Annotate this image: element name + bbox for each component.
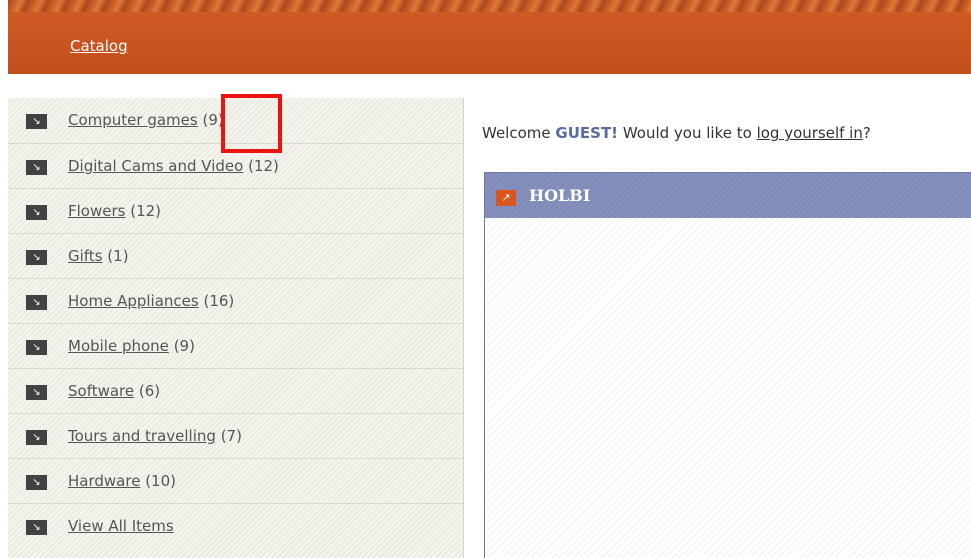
panel-title: HOLBI (529, 186, 591, 205)
guest-name: GUEST! (555, 124, 619, 142)
category-item-tours-and-travelling[interactable]: ↘ Tours and travelling (7) (8, 413, 463, 458)
arrow-down-right-icon: ↘ (26, 520, 47, 535)
category-count: (10) (145, 472, 176, 490)
category-text: View All Items (68, 517, 174, 535)
category-link[interactable]: Flowers (68, 202, 125, 220)
arrow-down-right-icon: ↘ (26, 295, 47, 310)
category-count: (9) (173, 337, 195, 355)
category-link[interactable]: Home Appliances (68, 292, 199, 310)
category-count: (1) (107, 247, 129, 265)
welcome-message: Welcome GUEST! Would you like to log you… (482, 124, 871, 142)
highlight-box (221, 94, 282, 153)
category-text: Hardware (10) (68, 472, 176, 490)
catalog-link[interactable]: Catalog (70, 37, 128, 55)
category-text: Gifts (1) (68, 247, 129, 265)
arrow-down-right-icon: ↘ (26, 340, 47, 355)
arrow-down-right-icon: ↘ (26, 114, 47, 129)
category-item-mobile-phone[interactable]: ↘ Mobile phone (9) (8, 323, 463, 368)
category-item-software[interactable]: ↘ Software (6) (8, 368, 463, 413)
category-count: (16) (203, 292, 235, 310)
category-text: Flowers (12) (68, 202, 161, 220)
category-sidebar: ↘ Computer games (9) ↘ Digital Cams and … (8, 98, 464, 558)
top-navigation-bar: Catalog (8, 12, 971, 74)
arrow-down-right-icon: ↘ (26, 430, 47, 445)
login-link[interactable]: log yourself in (757, 124, 863, 142)
category-link[interactable]: Software (68, 382, 134, 400)
category-link[interactable]: View All Items (68, 517, 174, 535)
welcome-suffix: ? (862, 124, 871, 142)
panel-header: ↗ HOLBI (485, 173, 971, 218)
category-count: (12) (248, 157, 279, 175)
category-text: Mobile phone (9) (68, 337, 195, 355)
category-link[interactable]: Gifts (68, 247, 103, 265)
arrow-down-right-icon: ↘ (26, 160, 47, 175)
arrow-up-right-icon: ↗ (496, 190, 516, 206)
arrow-down-right-icon: ↘ (26, 385, 47, 400)
welcome-prefix: Welcome (482, 124, 551, 142)
category-count: (7) (220, 427, 242, 445)
content-panel: ↗ HOLBI (484, 172, 971, 558)
category-count: (12) (130, 202, 162, 220)
category-link[interactable]: Digital Cams and Video (68, 157, 243, 175)
category-link[interactable]: Hardware (68, 472, 140, 490)
header-decorative-band (8, 0, 971, 12)
category-link[interactable]: Computer games (68, 111, 198, 129)
category-count: (6) (138, 382, 161, 400)
category-item-flowers[interactable]: ↘ Flowers (12) (8, 188, 463, 233)
arrow-down-right-icon: ↘ (26, 250, 47, 265)
arrow-down-right-icon: ↘ (26, 475, 47, 490)
category-text: Digital Cams and Video (12) (68, 157, 279, 175)
category-text: Home Appliances (16) (68, 292, 234, 310)
category-item-hardware[interactable]: ↘ Hardware (10) (8, 458, 463, 503)
category-item-gifts[interactable]: ↘ Gifts (1) (8, 233, 463, 278)
category-text: Software (6) (68, 382, 160, 400)
category-link[interactable]: Tours and travelling (68, 427, 216, 445)
arrow-down-right-icon: ↘ (26, 205, 47, 220)
welcome-question: Would you like to (622, 124, 752, 142)
category-text: Tours and travelling (7) (68, 427, 242, 445)
category-text: Computer games (9) (68, 111, 224, 129)
category-item-view-all-items[interactable]: ↘ View All Items (8, 503, 463, 548)
category-link[interactable]: Mobile phone (68, 337, 169, 355)
category-item-home-appliances[interactable]: ↘ Home Appliances (16) (8, 278, 463, 323)
